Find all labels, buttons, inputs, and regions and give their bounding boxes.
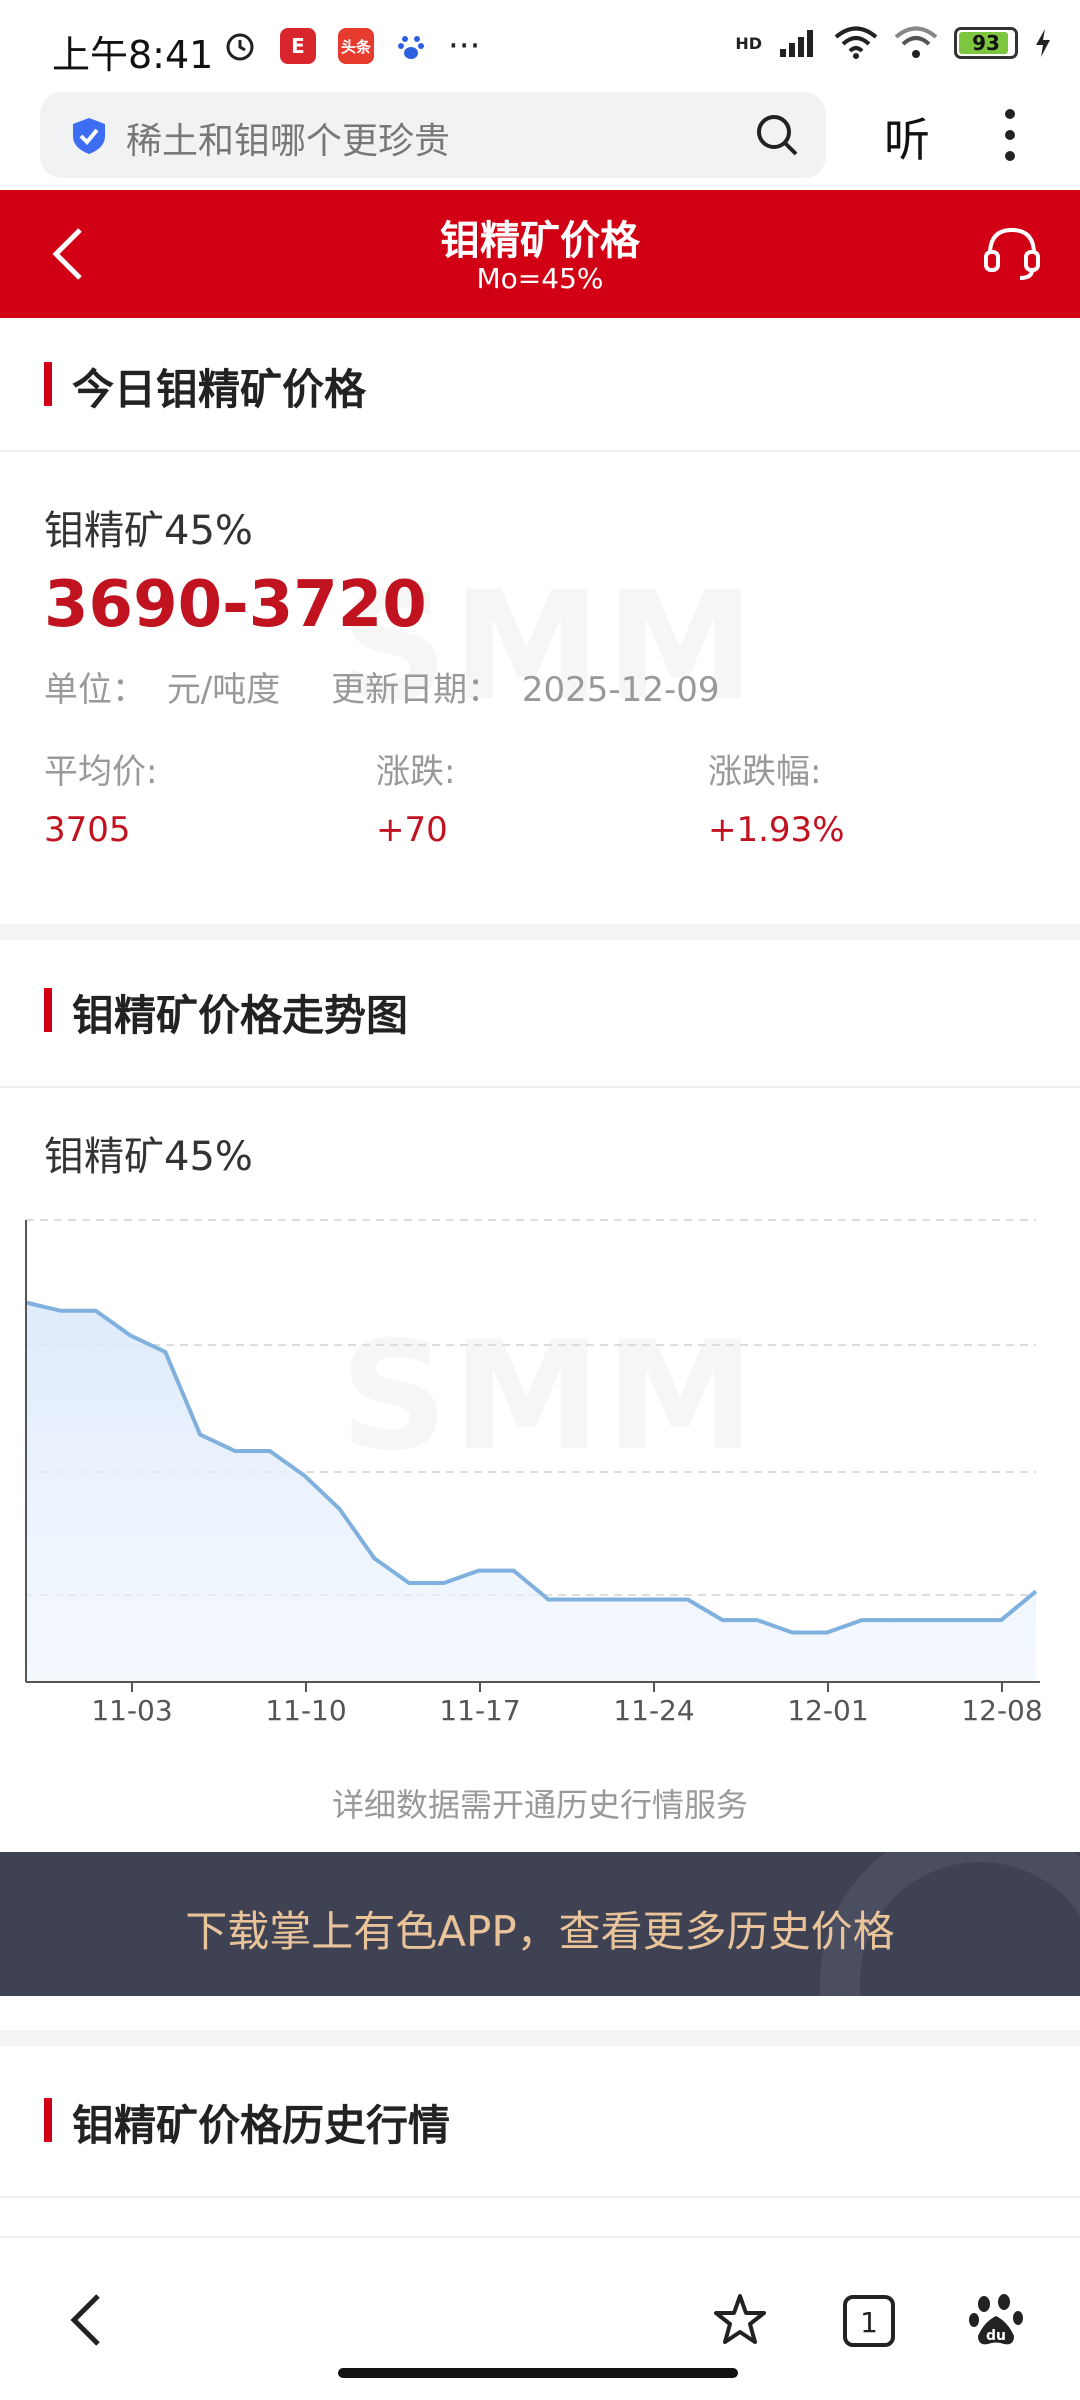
status-bar: 上午8:41 E 头条 ··· HD 93 xyxy=(0,0,1080,90)
banner-text: 下载掌上有色APP，查看更多历史价格 xyxy=(185,1907,895,1956)
battery-icon: 93 xyxy=(954,27,1018,59)
search-query[interactable]: 稀土和钼哪个更珍贵 xyxy=(126,112,450,164)
bookmark-star-icon[interactable] xyxy=(712,2292,768,2348)
x-tick-label: 11-10 xyxy=(265,1694,346,1727)
divider xyxy=(0,2196,1080,2198)
divider xyxy=(0,1086,1080,1088)
x-tick-label: 12-08 xyxy=(961,1694,1042,1727)
date-label: 更新日期： xyxy=(331,670,502,710)
charging-icon xyxy=(1036,29,1050,57)
status-app-icons: E 头条 ··· xyxy=(222,26,480,66)
divider xyxy=(0,450,1080,452)
download-app-banner[interactable]: 下载掌上有色APP，查看更多历史价格 xyxy=(0,1852,1080,1996)
back-nav-icon[interactable] xyxy=(66,2290,106,2350)
hd-label: HD xyxy=(735,33,762,53)
section-gap xyxy=(0,924,1080,940)
page-subtitle: Mo=45% xyxy=(476,262,604,295)
search-icon[interactable] xyxy=(754,112,800,158)
page-header: 钼精矿价格 Mo=45% xyxy=(0,190,1080,318)
app-e-icon: E xyxy=(280,28,316,64)
chart-note: 详细数据需开通历史行情服务 xyxy=(331,1786,748,1824)
x-tick-label: 11-17 xyxy=(439,1694,520,1727)
price-meta: 单位： 元/吨度 更新日期： 2025-12-09 xyxy=(44,662,730,711)
baidu-paw-icon[interactable]: du xyxy=(968,2292,1024,2348)
chart-area xyxy=(26,1302,1036,1682)
home-indicator xyxy=(338,2368,738,2378)
avg-label: 平均价: xyxy=(44,752,158,792)
svg-text:du: du xyxy=(986,2328,1006,2344)
svg-text:1: 1 xyxy=(860,2306,878,2339)
pct-label: 涨跌幅: xyxy=(708,752,822,792)
product-label: 钼精矿45% xyxy=(44,508,253,554)
shield-icon xyxy=(73,118,105,154)
listen-button[interactable]: 听 xyxy=(884,104,930,170)
today-section-title: 今日钼精矿价格 xyxy=(44,356,366,417)
x-tick-label: 11-03 xyxy=(91,1694,172,1727)
more-vert-icon[interactable] xyxy=(1002,108,1018,162)
headset-icon[interactable] xyxy=(982,224,1042,282)
page-title: 钼精矿价格 xyxy=(440,218,640,264)
wifi-icon xyxy=(834,26,878,59)
signal-icon xyxy=(780,30,813,57)
battery-level: 93 xyxy=(972,31,1000,55)
pct-value: +1.93% xyxy=(708,810,845,850)
toutiao-icon: 头条 xyxy=(338,28,374,64)
chart-title: 钼精矿45% xyxy=(44,1134,253,1180)
tabs-icon[interactable]: 1 xyxy=(842,2294,896,2348)
status-time: 上午8:41 xyxy=(52,33,214,77)
section-gap xyxy=(0,2030,1080,2046)
unit-label: 单位： xyxy=(44,670,146,710)
change-label: 涨跌: xyxy=(376,752,456,792)
change-value: +70 xyxy=(376,810,448,850)
history-section-title: 钼精矿价格历史行情 xyxy=(44,2092,450,2153)
unit-value: 元/吨度 xyxy=(166,670,281,710)
status-more: ··· xyxy=(448,26,481,66)
price-range: 3690-3720 xyxy=(44,568,427,642)
wifi-secondary-icon xyxy=(894,26,938,58)
trend-chart: 11-03 11-10 11-17 11-24 12-01 12-08 xyxy=(25,1219,1043,1727)
address-bar[interactable]: 稀土和钼哪个更珍贵 xyxy=(40,92,826,178)
baidu-icon xyxy=(398,36,424,59)
status-right-icons: HD 93 xyxy=(735,26,1052,60)
date-value: 2025-12-09 xyxy=(521,670,720,710)
avg-value: 3705 xyxy=(44,810,131,850)
alarm-icon xyxy=(226,33,254,61)
x-tick-label: 12-01 xyxy=(787,1694,868,1727)
trend-section-title: 钼精矿价格走势图 xyxy=(44,982,408,1043)
x-tick-label: 11-24 xyxy=(613,1694,694,1727)
